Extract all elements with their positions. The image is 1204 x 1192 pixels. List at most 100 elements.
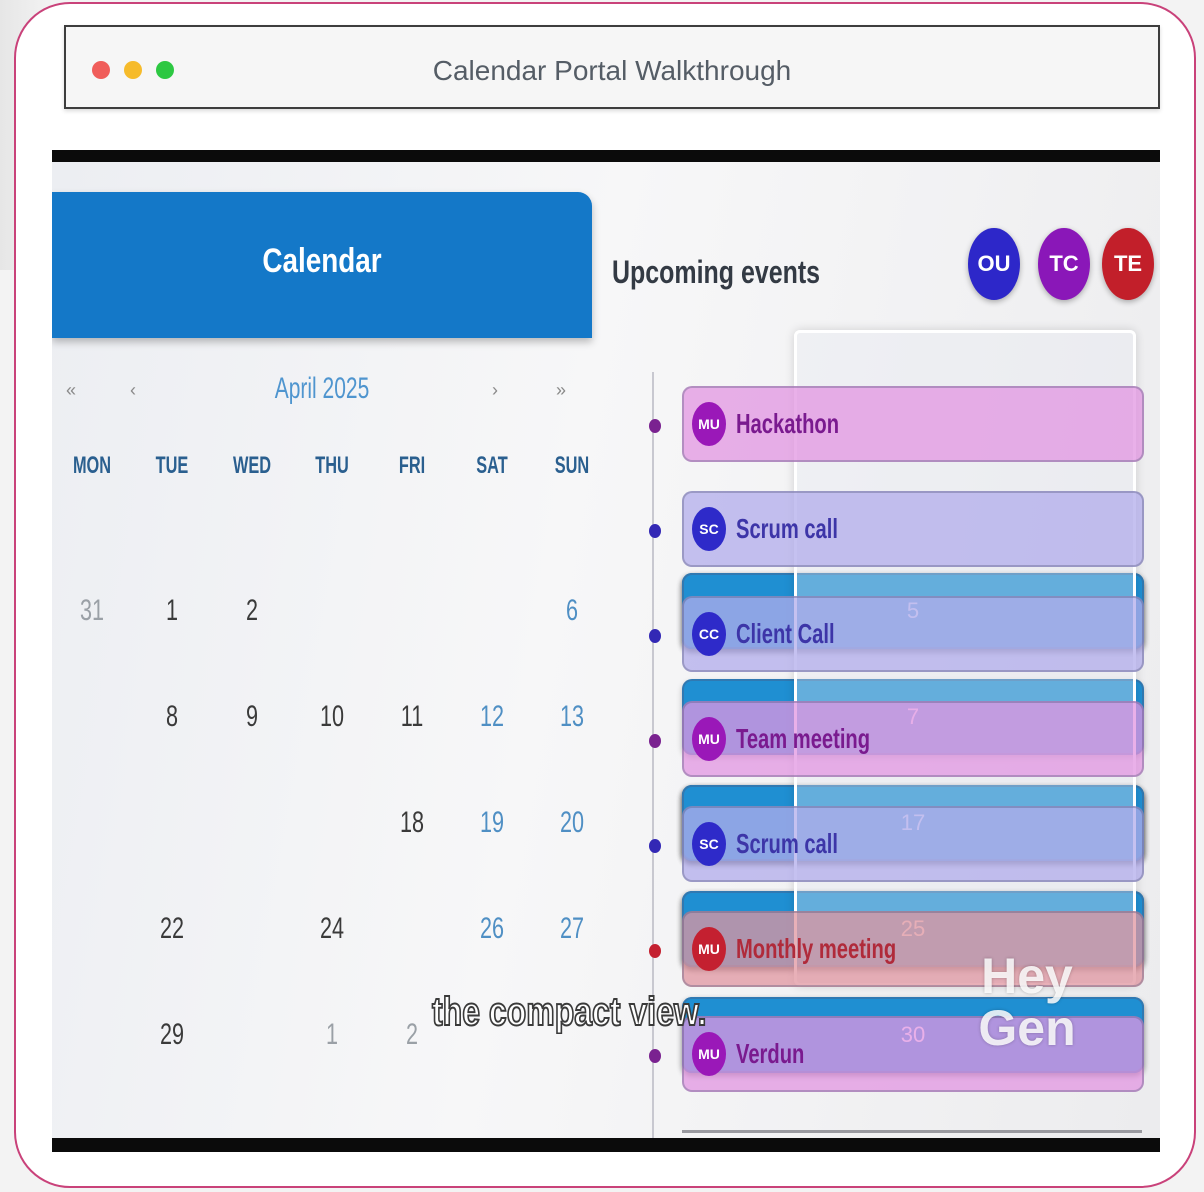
- calendar-cell: 10: [292, 664, 372, 770]
- calendar-cell: 23: [212, 876, 1144, 982]
- calendar-day[interactable]: 1: [153, 573, 192, 649]
- timeline-dot: [649, 419, 661, 433]
- participant-avatar[interactable]: OU: [968, 228, 1020, 300]
- weekday-header: MON: [72, 452, 112, 479]
- weekday-header: THU: [315, 452, 349, 479]
- calendar-day[interactable]: 31: [73, 573, 112, 649]
- event-title: Scrum call: [736, 828, 838, 859]
- list-bottom-divider: [682, 1130, 1142, 1133]
- event-badge: MU: [692, 1032, 726, 1076]
- timeline-dot: [649, 629, 661, 643]
- calendar-cell: 24: [292, 876, 372, 982]
- calendar-day[interactable]: 2: [393, 997, 432, 1073]
- weekday-header: WED: [232, 452, 272, 479]
- window-titlebar: Calendar Portal Walkthrough: [64, 25, 1160, 109]
- calendar-day[interactable]: 12: [473, 679, 512, 755]
- calendar-cell: 31: [52, 558, 132, 664]
- calendar-cell: 18: [372, 770, 452, 876]
- calendar-day[interactable]: 1: [313, 997, 352, 1073]
- timeline-dot: [649, 1049, 661, 1063]
- calendar-day[interactable]: 10: [313, 679, 352, 755]
- event-card[interactable]: MU Hackathon: [649, 386, 1144, 462]
- prev-year-button[interactable]: «: [66, 380, 76, 401]
- calendar-day[interactable]: 8: [153, 679, 192, 755]
- calendar-cell: 1: [292, 982, 372, 1088]
- calendar-day[interactable]: 27: [553, 891, 592, 967]
- calendar-cell: 25: [372, 876, 1144, 982]
- weekday-header: SAT: [476, 452, 508, 479]
- calendar-cell: 3: [292, 558, 1144, 664]
- calendar-cell: 6: [532, 558, 612, 664]
- event-badge: SC: [692, 507, 726, 551]
- calendar-cell: 17: [292, 770, 1144, 876]
- calendar-cell: 20: [532, 770, 612, 876]
- calendar-cell: 4: [372, 558, 1144, 664]
- next-month-button[interactable]: ›: [492, 380, 498, 401]
- calendar-cell: 7: [52, 664, 1144, 770]
- calendar-cell: 9: [212, 664, 292, 770]
- watermark-line-2: Gen: [978, 1000, 1076, 1056]
- calendar-day[interactable]: 19: [473, 785, 512, 861]
- heygen-watermark: Hey Gen: [962, 950, 1092, 1054]
- calendar-day[interactable]: 13: [553, 679, 592, 755]
- watermark-line-1: Hey: [981, 948, 1073, 1004]
- calendar-cell: 27: [532, 876, 612, 982]
- weekday-header: SUN: [554, 452, 590, 479]
- video-screenshot: Calendar « ‹ April 2025 › » MON TUE WED THU…: [52, 150, 1160, 1152]
- calendar-cell: 11: [372, 664, 452, 770]
- month-label: April 2025: [274, 372, 370, 405]
- calendar-day[interactable]: 2: [233, 573, 272, 649]
- event-badge: SC: [692, 822, 726, 866]
- calendar-day[interactable]: 24: [313, 891, 352, 967]
- event-badge: MU: [692, 927, 726, 971]
- calendar-cell: 22: [132, 876, 212, 982]
- next-year-button[interactable]: »: [556, 380, 566, 401]
- event-title: Team meeting: [736, 723, 871, 754]
- calendar-cell: 14: [52, 770, 1144, 876]
- event-title: Monthly meeting: [736, 933, 897, 964]
- event-card[interactable]: SC Scrum call: [649, 806, 1144, 882]
- calendar-day[interactable]: 20: [553, 785, 592, 861]
- calendar-cell: 1: [132, 558, 212, 664]
- event-card[interactable]: SC Scrum call: [649, 491, 1144, 567]
- calendar-cell: 2: [212, 558, 292, 664]
- timeline-dot: [649, 734, 661, 748]
- calendar-cell: 19: [452, 770, 532, 876]
- calendar-cell: 28: [52, 982, 1144, 1088]
- calendar-day[interactable]: 26: [473, 891, 512, 967]
- timeline-dot: [649, 944, 661, 958]
- calendar-day[interactable]: 18: [393, 785, 432, 861]
- calendar-cell: 8: [132, 664, 212, 770]
- upcoming-events-title: Upcoming events: [612, 254, 821, 290]
- weekday-header: TUE: [155, 452, 189, 479]
- timeline-dot: [649, 524, 661, 538]
- calendar-cell: 29: [132, 982, 212, 1088]
- video-caption: the compact view.: [431, 989, 707, 1035]
- calendar-cell: 21: [52, 876, 1144, 982]
- calendar-title: Calendar: [262, 242, 382, 280]
- calendar-cell: 26: [452, 876, 532, 982]
- participant-avatar[interactable]: TE: [1102, 228, 1154, 300]
- calendar-day[interactable]: 6: [553, 573, 592, 649]
- weekday-header: FRI: [398, 452, 426, 479]
- calendar-day[interactable]: 11: [393, 679, 432, 755]
- calendar-portal-view: Calendar « ‹ April 2025 › » MON TUE WED THU…: [52, 162, 1160, 1138]
- calendar-cell: 15: [132, 770, 1144, 876]
- event-title: Verdun: [736, 1038, 805, 1069]
- calendar-header: Calendar: [52, 192, 592, 338]
- event-title: Scrum call: [736, 513, 838, 544]
- participant-avatar[interactable]: TC: [1038, 228, 1090, 300]
- event-badge: MU: [692, 402, 726, 446]
- calendar-day[interactable]: 29: [153, 997, 192, 1073]
- calendar-day[interactable]: 9: [233, 679, 272, 755]
- event-card[interactable]: MU Team meeting: [649, 701, 1144, 777]
- event-card[interactable]: CC Client Call: [649, 596, 1144, 672]
- month-navigation: « ‹ April 2025 › »: [52, 372, 592, 422]
- event-title: Client Call: [736, 618, 835, 649]
- calendar-cell: 12: [452, 664, 532, 770]
- window-title: Calendar Portal Walkthrough: [432, 55, 792, 86]
- calendar-cell: 30: [212, 982, 1144, 1088]
- calendar-day[interactable]: 22: [153, 891, 192, 967]
- event-badge: CC: [692, 612, 726, 656]
- timeline-dot: [649, 839, 661, 853]
